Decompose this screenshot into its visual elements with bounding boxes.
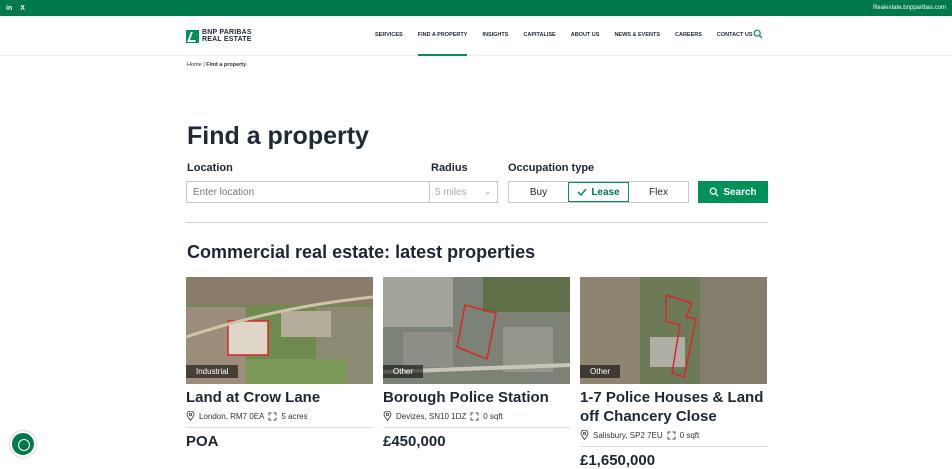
option-lease-label: Lease: [591, 186, 620, 198]
radius-label: Radius: [431, 162, 468, 174]
option-flex-label: Flex: [649, 186, 668, 198]
logo-line-2: REAL ESTATE: [202, 36, 252, 43]
property-name[interactable]: Land at Crow Lane: [186, 388, 373, 407]
option-lease[interactable]: Lease: [568, 182, 629, 202]
divider: [186, 222, 768, 223]
location-input[interactable]: Enter location: [186, 181, 430, 203]
expand-icon: [470, 412, 479, 420]
search-icon: [709, 187, 719, 197]
occupation-label: Occupation type: [508, 162, 595, 174]
listing-heading: Commercial real estate: latest propertie…: [187, 242, 536, 262]
property-size: 5 acres: [281, 411, 308, 421]
property-size: 0 sqft: [679, 430, 700, 440]
nav-insights[interactable]: INSIGHTS: [482, 32, 508, 38]
nav-contact-us[interactable]: CONTACT US: [717, 32, 753, 38]
breadcrumb: Home | Find a property: [187, 62, 246, 68]
site-link[interactable]: Realestate.bnpparibas.com: [873, 5, 946, 11]
search-button-label: Search: [723, 186, 757, 198]
property-image[interactable]: Other: [580, 277, 767, 384]
property-image[interactable]: Other: [383, 277, 570, 384]
property-name[interactable]: Borough Police Station: [383, 388, 570, 407]
option-buy[interactable]: Buy: [509, 182, 568, 202]
location-label: Location: [187, 162, 233, 174]
card-separator: [580, 446, 767, 447]
property-meta: Devizes, SN10 1DZ 0 sqft: [383, 411, 570, 421]
property-location: Devizes, SN10 1DZ: [396, 411, 467, 421]
nav-about-us[interactable]: ABOUT US: [571, 32, 600, 38]
property-meta: Salisbury, SP2 7EU 0 sqft: [580, 430, 767, 440]
logo-line-1: BNP PARIBAS: [202, 29, 252, 36]
breadcrumb-home[interactable]: Home: [187, 62, 202, 68]
main-nav: SERVICES FIND A PROPERTY INSIGHTS CAPITA…: [375, 29, 768, 56]
check-icon: [577, 188, 587, 196]
logo-mark-icon: [186, 29, 199, 43]
expand-icon: [667, 431, 676, 439]
location-pin-icon: [383, 411, 392, 421]
property-price: £1,650,000: [580, 452, 656, 469]
logo[interactable]: BNP PARIBAS REAL ESTATE: [186, 29, 252, 43]
search-button[interactable]: Search: [698, 181, 768, 203]
cookie-settings-icon[interactable]: [10, 431, 36, 457]
property-card[interactable]: Industrial Land at Crow Lane London, RM7…: [186, 277, 373, 450]
header: BNP PARIBAS REAL ESTATE SERVICES FIND A …: [0, 16, 952, 56]
expand-icon: [268, 412, 277, 420]
x-icon[interactable]: X: [20, 5, 25, 12]
radius-value: 5 miles: [435, 187, 467, 198]
property-name[interactable]: 1-7 Police Houses & Land off Chancery Cl…: [580, 388, 767, 426]
logo-text: BNP PARIBAS REAL ESTATE: [202, 29, 252, 43]
property-card[interactable]: Other 1-7 Police Houses & Land off Chanc…: [580, 277, 767, 469]
property-location: London, RM7 0EA: [199, 411, 265, 421]
nav-capitalise[interactable]: CAPITALISE: [523, 32, 555, 38]
nav-careers[interactable]: CAREERS: [675, 32, 702, 38]
breadcrumb-separator: |: [203, 62, 205, 68]
property-price: £450,000: [383, 433, 446, 450]
radius-select[interactable]: 5 miles ⌄: [430, 181, 498, 203]
property-tag: Other: [383, 365, 424, 378]
top-bar: in X Realestate.bnpparibas.com: [0, 0, 952, 16]
nav-services[interactable]: SERVICES: [375, 32, 403, 38]
option-buy-label: Buy: [529, 186, 548, 198]
card-separator: [383, 427, 570, 428]
nav-find-a-property[interactable]: FIND A PROPERTY: [417, 32, 467, 56]
search-icon[interactable]: [753, 29, 763, 41]
option-flex[interactable]: Flex: [629, 182, 688, 202]
breadcrumb-current: Find a property: [206, 62, 247, 68]
property-tag: Industrial: [186, 365, 239, 378]
property-image[interactable]: Industrial: [186, 277, 373, 384]
chevron-down-icon: ⌄: [484, 187, 491, 196]
linkedin-icon[interactable]: in: [6, 5, 12, 12]
occupation-toggle: Buy Lease Flex: [508, 181, 689, 203]
social-links: in X: [6, 5, 25, 12]
property-location: Salisbury, SP2 7EU: [593, 430, 663, 440]
property-price: POA: [186, 433, 219, 450]
property-meta: London, RM7 0EA 5 acres: [186, 411, 373, 421]
property-tag: Other: [580, 365, 621, 378]
location-pin-icon: [580, 430, 589, 440]
property-card[interactable]: Other Borough Police Station Devizes, SN…: [383, 277, 570, 450]
location-pin-icon: [186, 411, 195, 421]
page-title: Find a property: [187, 122, 369, 150]
nav-news-events[interactable]: NEWS & EVENTS: [614, 32, 660, 38]
property-size: 0 sqft: [483, 411, 503, 421]
card-separator: [186, 427, 373, 428]
